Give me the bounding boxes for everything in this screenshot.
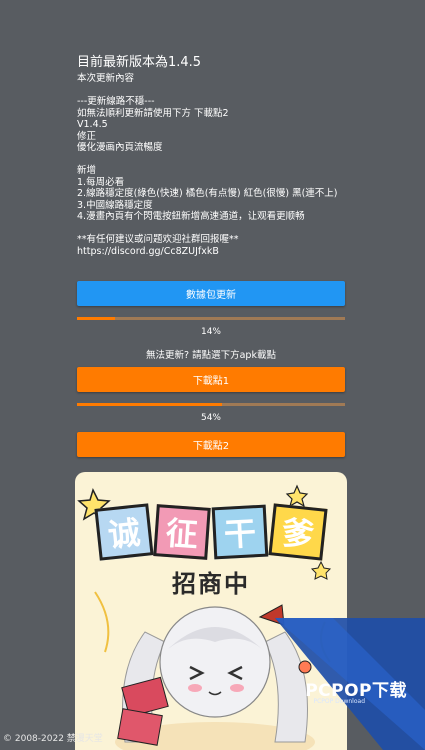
note-line: 修正 — [77, 130, 97, 142]
progress-bar-1 — [77, 317, 345, 320]
version-title: 目前最新版本為1.4.5 — [77, 55, 202, 70]
note-line: 優化漫画內頁流暢度 — [77, 142, 163, 153]
note-gap — [77, 223, 345, 235]
note-line: **有任何建议或问题欢迎社群回报喔** — [77, 234, 239, 245]
note-line: 2.線路穩定度(綠色(快速) 橘色(有点慢) 紅色(很慢) 黑(連不上) — [77, 188, 338, 199]
progress-fill-2 — [77, 403, 222, 406]
update-data-button[interactable]: 數據包更新 — [77, 281, 345, 306]
watermark-subtext: PCPOP Download — [313, 698, 366, 705]
note-line — [77, 85, 345, 97]
notes-list: ---更新線路不穩--- 如無法順利更新請使用下方 下載點2 V1.4.5 修正… — [77, 85, 345, 258]
poster-headline: 诚 征 干 爹 — [87, 503, 335, 561]
progress-label-2: 54% — [200, 413, 221, 423]
note-line: ---更新線路不穩--- — [77, 96, 155, 107]
download-2-button[interactable]: 下載點2 — [77, 432, 345, 457]
apk-notice: 無法更新? 請點選下方apk載點 — [146, 350, 276, 361]
note-line: 1.每周必看 — [77, 176, 125, 188]
discord-link[interactable]: https://discord.gg/Cc8ZUJfxkB — [77, 246, 345, 258]
poster-char: 干 — [211, 504, 269, 560]
progress-fill-1 — [77, 317, 115, 320]
poster-char: 诚 — [94, 503, 154, 561]
update-info: 目前最新版本為1.4.5 本次更新內容 ---更新線路不穩--- 如無法順利更新… — [77, 55, 345, 257]
progress-label-1: 14% — [200, 327, 221, 337]
note-line: V1.4.5 — [77, 119, 108, 130]
poster-char: 爹 — [268, 503, 328, 561]
copyright-footer: © 2008-2022 禁漫天堂 — [3, 734, 103, 744]
progress-bar-2 — [77, 403, 345, 406]
update-subtitle: 本次更新內容 — [77, 73, 135, 84]
note-line: 4.漫畫內頁有个閃電按鈕新增高速通道，让观看更顺畅 — [77, 211, 305, 222]
note-line: 如無法順利更新請使用下方 下載點2 — [77, 107, 229, 119]
download-1-button[interactable]: 下載點1 — [77, 367, 345, 392]
note-gap — [77, 154, 345, 166]
note-line: 新增 — [77, 165, 97, 176]
poster-char: 征 — [153, 504, 211, 560]
note-line: 3.中國線路穩定度 — [77, 199, 153, 211]
